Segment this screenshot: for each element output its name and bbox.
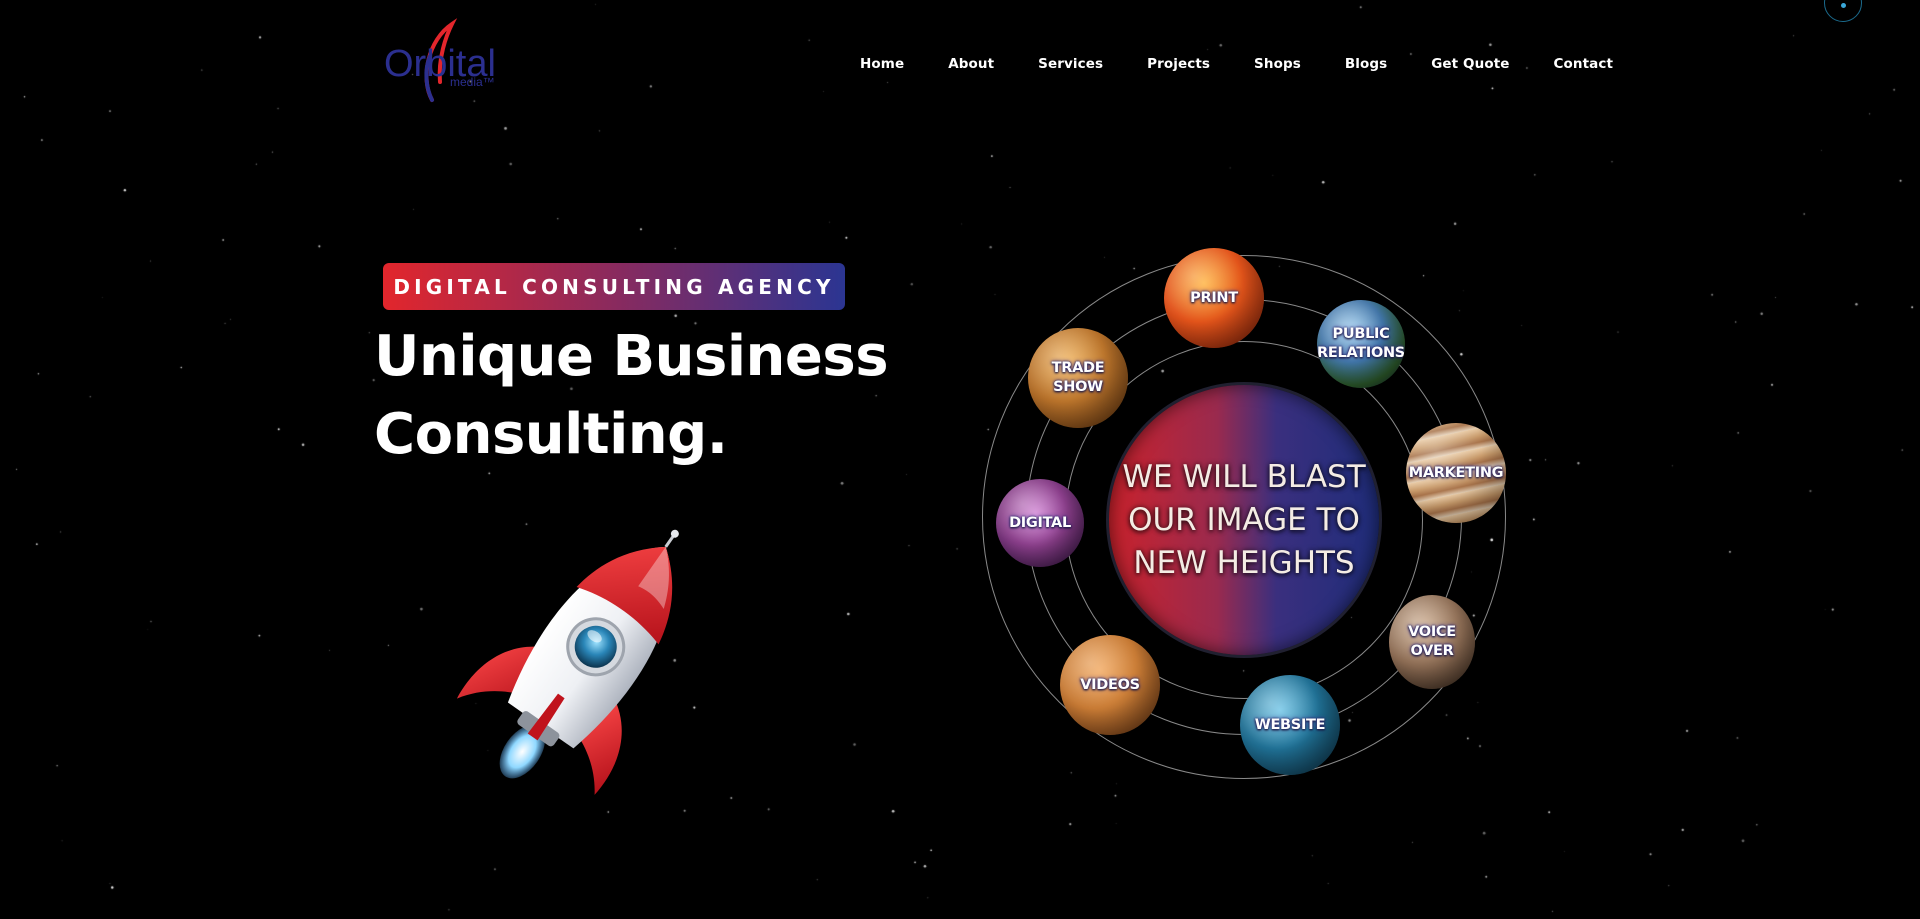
planet-label: VOICE OVER — [1408, 624, 1456, 659]
nav-get-quote[interactable]: Get Quote — [1431, 56, 1509, 72]
center-tagline: WE WILL BLAST OUR IMAGE TO NEW HEIGHTS — [1109, 385, 1379, 655]
logo-subtext: media™ — [450, 75, 495, 89]
planet-voice-over[interactable]: VOICE OVER — [1389, 595, 1475, 689]
nav-shops[interactable]: Shops — [1254, 56, 1301, 72]
planet-label: PRINT — [1190, 289, 1238, 306]
planet-label: TRADE SHOW — [1051, 360, 1105, 395]
badge-text: DIGITAL CONSULTING AGENCY — [393, 274, 835, 299]
planet-label: WEBSITE — [1254, 716, 1326, 733]
rocket-graphic — [456, 529, 679, 795]
planet-print[interactable]: PRINT — [1164, 248, 1264, 348]
starfield-background — [0, 0, 1920, 919]
headline-line-2: Consulting. — [374, 402, 728, 467]
planet-videos[interactable]: VIDEOS — [1060, 635, 1160, 735]
nav-blogs[interactable]: Blogs — [1345, 56, 1387, 72]
planet-trade-show[interactable]: TRADE SHOW — [1028, 328, 1128, 428]
nav-contact[interactable]: Contact — [1554, 56, 1614, 72]
planet-label: MARKETING — [1408, 464, 1504, 481]
planet-website[interactable]: WEBSITE — [1240, 675, 1340, 775]
rocket-icon — [440, 505, 740, 805]
main-nav: Home About Services Projects Shops Blogs… — [860, 56, 1613, 72]
planet-marketing[interactable]: MARKETING — [1406, 423, 1506, 523]
planet-public-relations[interactable]: PUBLIC RELATIONS — [1317, 300, 1405, 388]
tagline-line-2: OUR IMAGE TO — [1128, 501, 1360, 538]
logo-graphic: Orbital media™ — [384, 18, 496, 102]
services-orbit: WE WILL BLAST OUR IMAGE TO NEW HEIGHTS P… — [972, 245, 1532, 805]
dot-icon — [1841, 3, 1846, 8]
site-header: Orbital media™ Home About Services Proje… — [0, 0, 1920, 120]
nav-about[interactable]: About — [948, 56, 994, 72]
agency-badge: DIGITAL CONSULTING AGENCY — [383, 263, 845, 310]
planet-label: VIDEOS — [1080, 676, 1140, 693]
tagline-line-1: WE WILL BLAST — [1122, 458, 1366, 495]
tagline-line-3: NEW HEIGHTS — [1133, 544, 1355, 581]
nav-projects[interactable]: Projects — [1147, 56, 1210, 72]
orbital-media-logo[interactable]: Orbital media™ — [380, 18, 505, 113]
hero-headline: Unique Business Consulting. — [374, 318, 934, 474]
planet-label: PUBLIC RELATIONS — [1317, 326, 1405, 361]
headline-line-1: Unique Business — [374, 324, 889, 389]
planet-digital[interactable]: DIGITAL — [996, 479, 1084, 567]
planet-label: DIGITAL — [1009, 514, 1071, 531]
page: Orbital media™ Home About Services Proje… — [0, 0, 1920, 919]
nav-home[interactable]: Home — [860, 56, 904, 72]
nav-services[interactable]: Services — [1038, 56, 1103, 72]
